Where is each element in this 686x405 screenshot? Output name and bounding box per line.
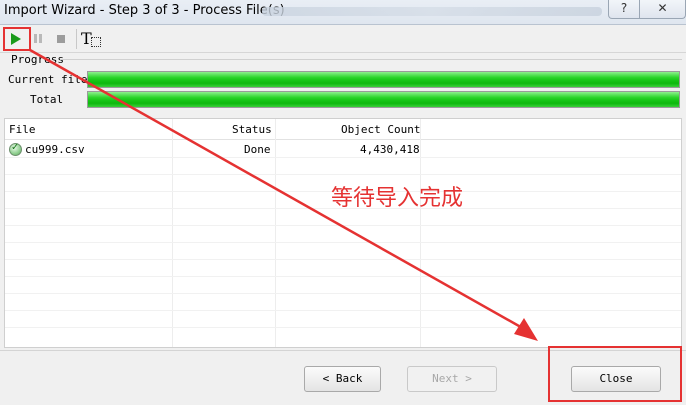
file-name-cell: cu999.csv: [25, 143, 85, 156]
column-divider: [172, 119, 173, 347]
row-line: [5, 276, 681, 277]
row-line: [5, 242, 681, 243]
column-header-object-count[interactable]: Object Count: [341, 123, 420, 136]
file-done-icon: [9, 142, 22, 156]
total-label: Total: [30, 93, 64, 106]
row-line: [5, 225, 681, 226]
total-progress-bar: [87, 91, 680, 108]
text-tool-icon[interactable]: T: [81, 29, 103, 49]
current-file-label: Current file: [8, 73, 88, 86]
row-line: [5, 327, 681, 328]
column-divider: [275, 119, 276, 347]
stop-icon[interactable]: [53, 30, 69, 48]
play-highlight-box: [3, 27, 31, 51]
back-button[interactable]: < Back: [304, 366, 381, 392]
row-line: [5, 293, 681, 294]
row-line: [5, 174, 681, 175]
annotation-text: 等待导入完成: [331, 186, 464, 211]
next-button[interactable]: Next >: [407, 366, 497, 392]
column-header-status[interactable]: Status: [232, 123, 272, 136]
close-highlight-box: [548, 346, 682, 402]
status-cell: Done: [244, 143, 271, 156]
file-table[interactable]: File Status Object Count cu999.csv Done …: [4, 118, 682, 348]
toolbar-separator: [76, 29, 77, 49]
row-line: [5, 157, 681, 158]
table-header: File Status Object Count: [5, 119, 681, 140]
help-button[interactable]: ?: [608, 0, 640, 19]
column-header-file[interactable]: File: [9, 123, 36, 136]
progress-group-line: [60, 59, 682, 60]
object-count-cell: 4,430,418: [360, 143, 420, 156]
column-divider: [420, 119, 421, 347]
text-tool-box: [91, 37, 101, 47]
current-file-progress-bar: [87, 71, 680, 88]
row-line: [5, 310, 681, 311]
total-progress-fill: [88, 92, 679, 107]
window-title: Import Wizard - Step 3 of 3 - Process Fi…: [4, 3, 285, 18]
current-file-progress-fill: [88, 72, 679, 87]
row-line: [5, 259, 681, 260]
pause-icon[interactable]: [30, 30, 46, 48]
window-close-button[interactable]: ✕: [639, 0, 686, 19]
progress-group-title: Progress: [11, 53, 64, 66]
blurred-path: [262, 7, 602, 16]
